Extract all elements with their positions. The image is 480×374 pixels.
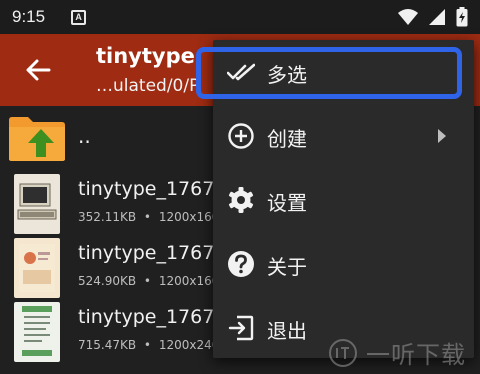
file-meta: 524.90KB • 1200x1600 — [78, 274, 227, 288]
back-arrow-icon[interactable] — [24, 56, 52, 84]
file-meta: 715.47KB • 1200x2403 — [78, 338, 227, 352]
status-bar: 9:15 A — [0, 0, 480, 34]
status-time: 9:15 — [12, 7, 46, 26]
add-circle-icon — [228, 123, 254, 149]
menu-item-about[interactable]: 关于 — [213, 232, 474, 296]
meta-separator: • — [143, 338, 151, 352]
watermark: 一听下载 — [328, 335, 466, 370]
file-name: tinytype_1767 — [78, 306, 215, 328]
wifi-icon — [398, 9, 418, 25]
file-meta: 352.11KB • 1200x1600 — [78, 210, 227, 224]
highlight-annotation-box — [196, 47, 462, 99]
watermark-logo-icon — [329, 338, 357, 367]
file-size: 715.47KB — [78, 338, 137, 352]
notification-a-icon: A — [71, 9, 87, 25]
menu-item-create[interactable]: 创建 — [213, 104, 474, 168]
app-title: tinytype — [96, 44, 195, 68]
parent-directory-label: .. — [78, 124, 91, 148]
battery-icon — [456, 7, 468, 27]
image-thumbnail — [14, 302, 60, 362]
gear-icon — [228, 187, 254, 213]
menu-item-label: 设置 — [267, 191, 307, 215]
file-name: tinytype_1767 — [78, 178, 215, 200]
file-size: 524.90KB — [78, 274, 137, 288]
watermark-text: 一听下载 — [366, 341, 466, 369]
meta-separator: • — [143, 274, 151, 288]
status-icons — [398, 7, 468, 27]
image-thumbnail — [14, 238, 60, 298]
file-name: tinytype_1767 — [78, 242, 215, 264]
help-circle-icon — [228, 251, 254, 277]
submenu-arrow-icon — [438, 129, 446, 143]
menu-item-label: 退出 — [267, 319, 307, 343]
cellular-icon — [429, 9, 445, 25]
file-size: 352.11KB — [78, 210, 137, 224]
menu-item-settings[interactable]: 设置 — [213, 168, 474, 232]
menu-item-label: 关于 — [267, 255, 307, 279]
folder-up-icon — [9, 117, 65, 161]
exit-icon — [228, 315, 254, 341]
meta-separator: • — [143, 210, 151, 224]
menu-item-label: 创建 — [267, 127, 307, 151]
image-thumbnail — [14, 174, 60, 234]
